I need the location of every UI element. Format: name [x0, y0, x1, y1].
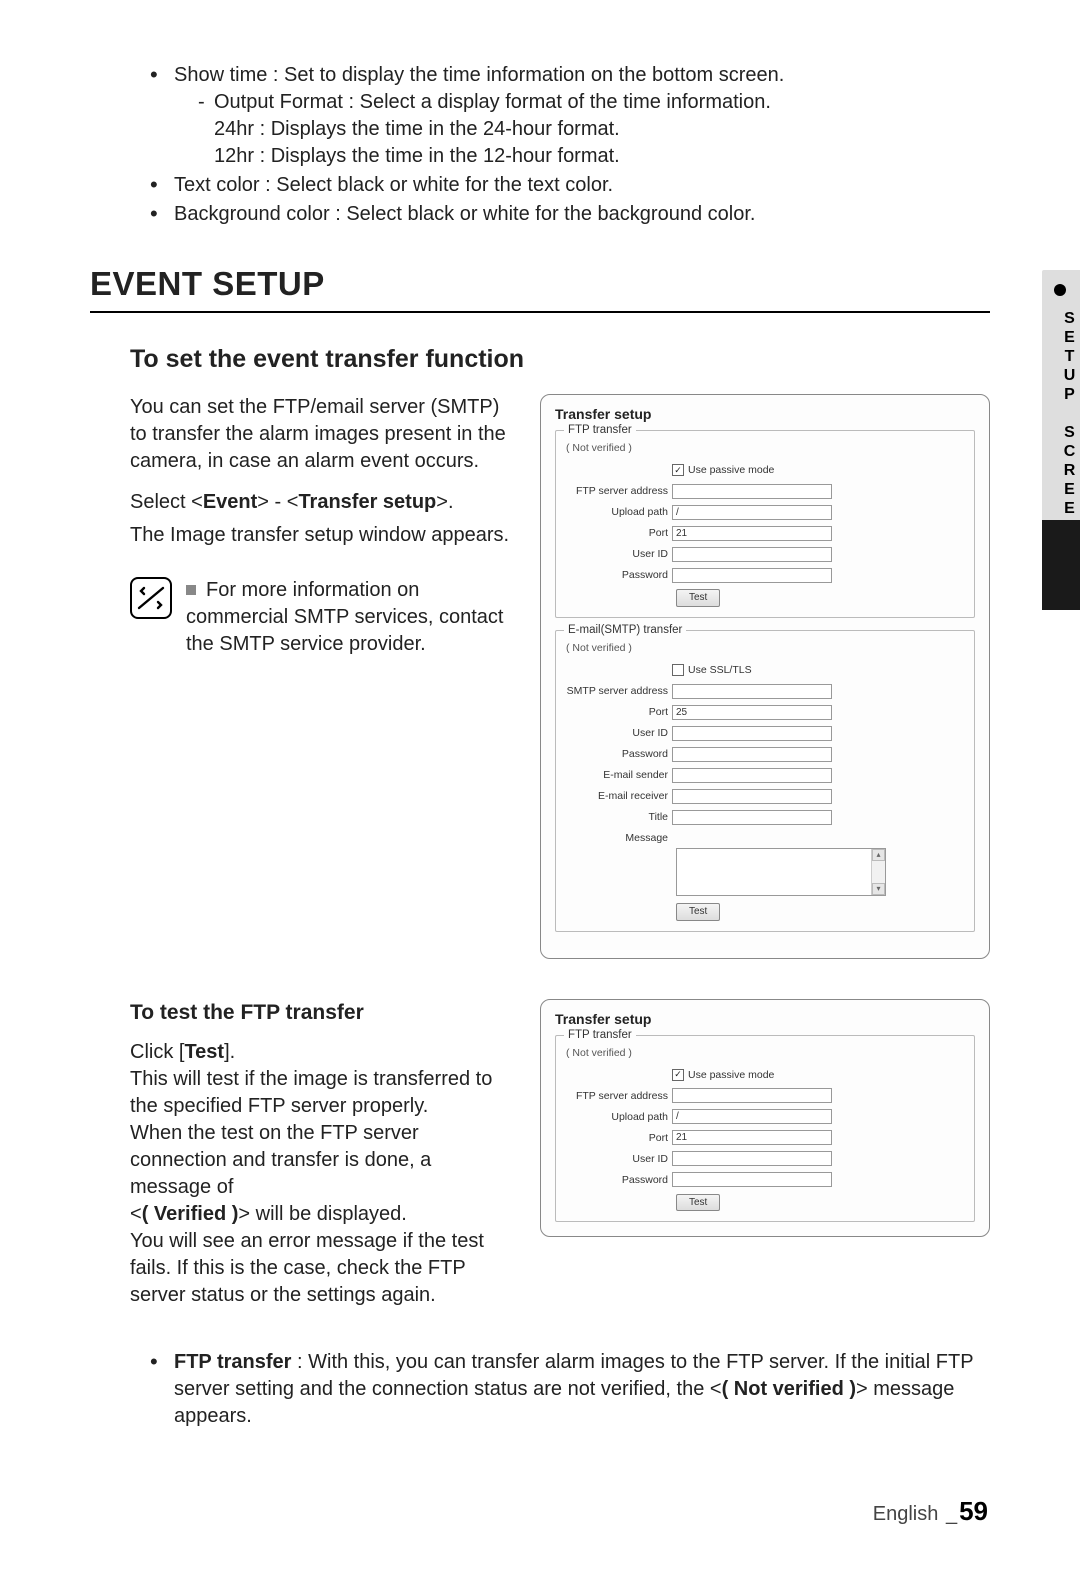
smtp-server-label: SMTP server address	[566, 684, 672, 698]
bullet-text: Background color : Select black or white…	[174, 201, 755, 228]
note-callout: For more information on commercial SMTP …	[130, 577, 510, 658]
not-verified-label: ( Not verified )	[566, 641, 964, 655]
body-paragraph: The Image transfer setup window appears.	[130, 522, 510, 549]
upload-path-input[interactable]: /	[672, 505, 832, 520]
smtp-test-button[interactable]: Test	[676, 903, 720, 921]
use-passive-label: Use passive mode	[688, 1068, 774, 1082]
ftp-test-button[interactable]: Test	[676, 1194, 720, 1212]
bullet-icon: •	[150, 172, 174, 199]
use-passive-checkbox[interactable]	[672, 464, 684, 476]
note-text: For more information on commercial SMTP …	[186, 579, 504, 655]
page-number: 59	[959, 1496, 988, 1526]
scroll-down-icon[interactable]: ▾	[872, 883, 885, 895]
use-ssl-label: Use SSL/TLS	[688, 663, 752, 677]
sub-line: 12hr : Displays the time in the 12-hour …	[214, 143, 784, 170]
footer-separator: _	[946, 1503, 957, 1525]
smtp-password-label: Password	[566, 747, 672, 761]
section-heading: EVENT SETUP	[90, 262, 990, 313]
smtp-group: E-mail(SMTP) transfer ( Not verified ) U…	[555, 630, 975, 932]
note-icon	[130, 577, 172, 619]
ftp-password-label: Password	[566, 568, 672, 582]
list-item: • Background color : Select black or whi…	[150, 201, 990, 228]
bullet-text: Text color : Select black or white for t…	[174, 172, 613, 199]
sub-text: Output Format : Select a display format …	[214, 89, 771, 116]
ftp-user-input[interactable]	[672, 1151, 832, 1166]
subsection-heading: To set the event transfer function	[130, 343, 990, 377]
body-line: When the test on the FTP server connecti…	[130, 1120, 510, 1201]
panel-title: Transfer setup	[555, 1010, 975, 1029]
scroll-up-icon[interactable]: ▴	[872, 849, 885, 861]
body-paragraph: You can set the FTP/email server (SMTP) …	[130, 394, 510, 475]
bullet-text: Show time : Set to display the time info…	[174, 62, 784, 89]
use-passive-checkbox[interactable]	[672, 1069, 684, 1081]
list-item: • Text color : Select black or white for…	[150, 172, 990, 199]
email-title-input[interactable]	[672, 810, 832, 825]
email-receiver-input[interactable]	[672, 789, 832, 804]
upload-path-label: Upload path	[566, 1110, 672, 1124]
ftp-server-input[interactable]	[672, 1088, 832, 1103]
bullet-icon: •	[150, 1349, 174, 1430]
email-sender-input[interactable]	[672, 768, 832, 783]
ftp-user-input[interactable]	[672, 547, 832, 562]
email-title-label: Title	[566, 810, 672, 824]
smtp-port-label: Port	[566, 705, 672, 719]
transfer-setup-panel: Transfer setup FTP transfer ( Not verifi…	[540, 394, 990, 958]
bullet-icon: •	[150, 201, 174, 228]
ftp-group: FTP transfer ( Not verified ) Use passiv…	[555, 1035, 975, 1223]
body-line: Click [Test].	[130, 1039, 510, 1066]
ftp-server-label: FTP server address	[566, 1089, 672, 1103]
group-legend: FTP transfer	[564, 1028, 636, 1044]
upload-path-label: Upload path	[566, 505, 672, 519]
ftp-port-input[interactable]: 21	[672, 526, 832, 541]
scrollbar[interactable]: ▴ ▾	[871, 849, 885, 895]
ftp-password-label: Password	[566, 1173, 672, 1187]
panel-title: Transfer setup	[555, 405, 975, 424]
ftp-user-label: User ID	[566, 547, 672, 561]
ftp-server-input[interactable]	[672, 484, 832, 499]
smtp-port-input[interactable]: 25	[672, 705, 832, 720]
note-bullet-icon	[186, 585, 196, 595]
bullet-icon: •	[150, 62, 174, 170]
use-ssl-checkbox[interactable]	[672, 664, 684, 676]
message-label: Message	[566, 829, 672, 845]
footer-language: English	[873, 1503, 939, 1525]
dash-icon: -	[198, 89, 214, 116]
not-verified-label: ( Not verified )	[566, 441, 964, 455]
ftp-password-input[interactable]	[672, 568, 832, 583]
ftp-user-label: User ID	[566, 1152, 672, 1166]
body-line: <( Verified )> will be displayed.	[130, 1201, 510, 1228]
group-legend: FTP transfer	[564, 423, 636, 439]
nav-path: Select <Event> - <Transfer setup>.	[130, 489, 510, 516]
smtp-user-input[interactable]	[672, 726, 832, 741]
subsection-heading: To test the FTP transfer	[130, 999, 510, 1027]
ftp-password-input[interactable]	[672, 1172, 832, 1187]
smtp-password-input[interactable]	[672, 747, 832, 762]
sub-line: 24hr : Displays the time in the 24-hour …	[214, 116, 784, 143]
smtp-server-input[interactable]	[672, 684, 832, 699]
ftp-server-label: FTP server address	[566, 484, 672, 498]
sub-list-item: - Output Format : Select a display forma…	[198, 89, 784, 116]
transfer-setup-panel-small: Transfer setup FTP transfer ( Not verifi…	[540, 999, 990, 1238]
email-receiver-label: E-mail receiver	[566, 789, 672, 803]
ftp-port-input[interactable]: 21	[672, 1130, 832, 1145]
smtp-user-label: User ID	[566, 726, 672, 740]
group-legend: E-mail(SMTP) transfer	[564, 623, 686, 639]
upload-path-input[interactable]: /	[672, 1109, 832, 1124]
ftp-port-label: Port	[566, 1131, 672, 1145]
ftp-test-button[interactable]: Test	[676, 589, 720, 607]
ftp-group: FTP transfer ( Not verified ) Use passiv…	[555, 430, 975, 618]
list-item: • FTP transfer : With this, you can tran…	[150, 1349, 990, 1430]
use-passive-label: Use passive mode	[688, 463, 774, 477]
message-textarea[interactable]: ▴ ▾	[676, 848, 886, 896]
bullet-text: FTP transfer : With this, you can transf…	[174, 1349, 990, 1430]
page-footer: English _59	[873, 1494, 988, 1529]
body-line: This will test if the image is transferr…	[130, 1066, 510, 1120]
not-verified-label: ( Not verified )	[566, 1046, 964, 1060]
email-sender-label: E-mail sender	[566, 768, 672, 782]
body-line: You will see an error message if the tes…	[130, 1228, 510, 1309]
top-bullet-list: • Show time : Set to display the time in…	[150, 62, 990, 228]
ftp-port-label: Port	[566, 526, 672, 540]
list-item: • Show time : Set to display the time in…	[150, 62, 990, 170]
